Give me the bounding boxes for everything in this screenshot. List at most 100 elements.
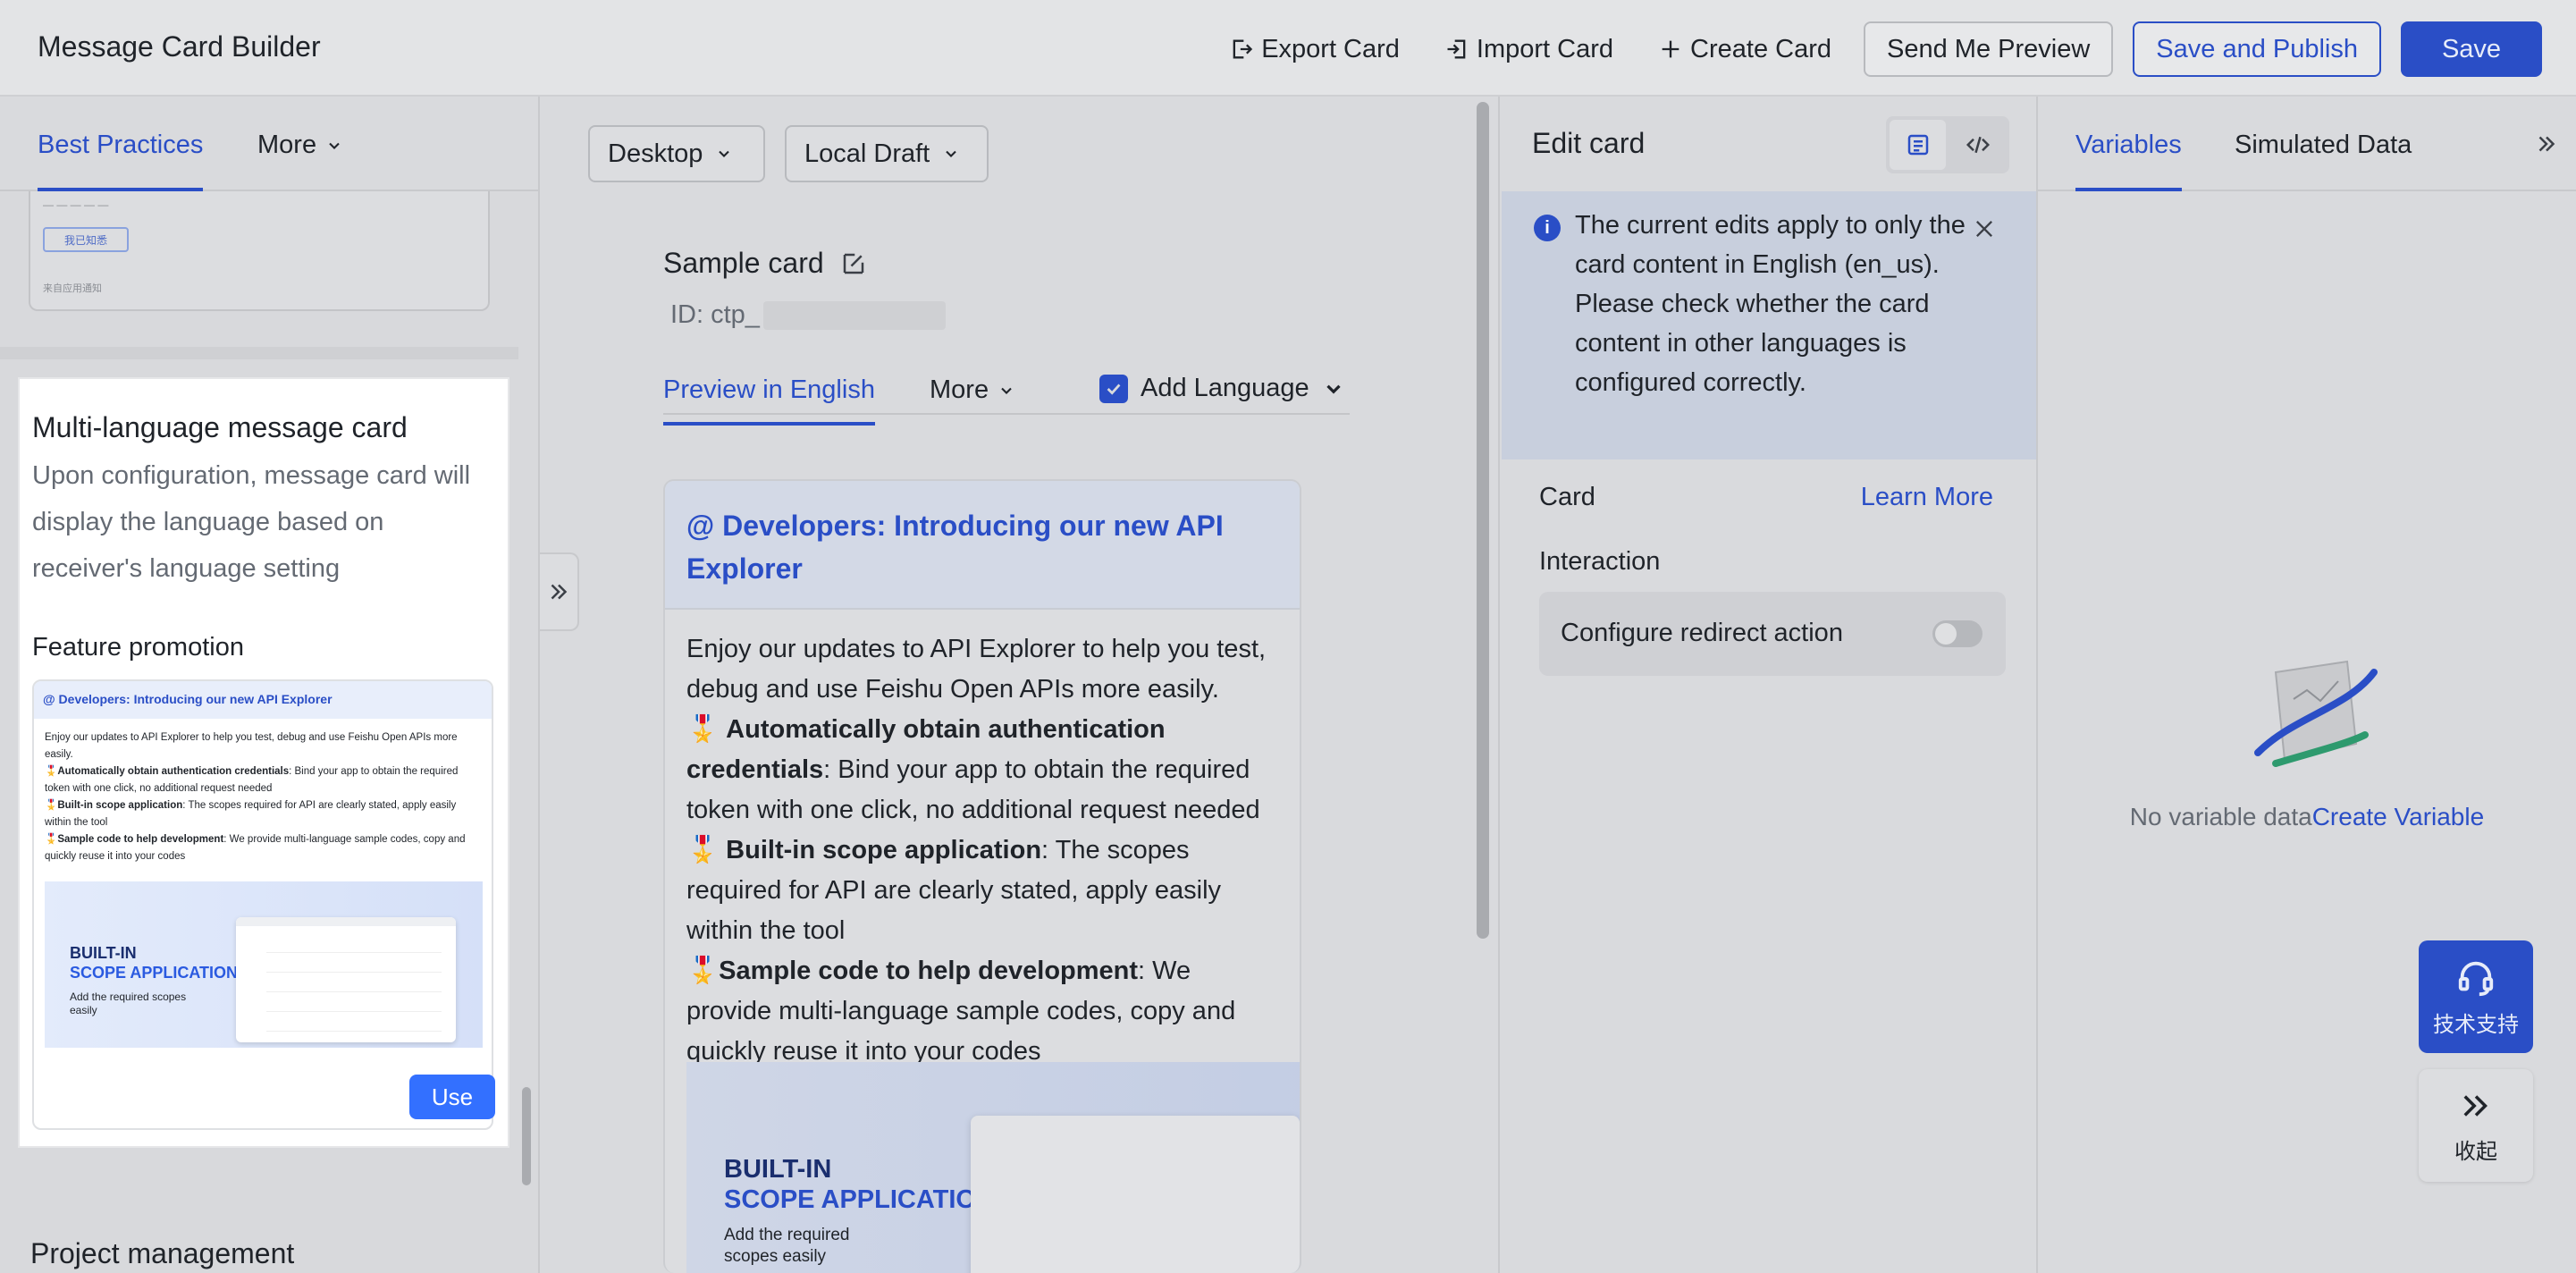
tab-variables[interactable]: Variables (2075, 131, 2182, 191)
top-actions: Export Card Import Card Create Card Send… (1216, 21, 2542, 77)
tab-best-practices[interactable]: Best Practices (38, 131, 204, 191)
chevron-down-icon (946, 150, 956, 157)
create-card-button[interactable]: Create Card (1646, 22, 1844, 76)
add-language-toggle[interactable]: Add Language (1099, 374, 1345, 403)
view-mode-toggle (1886, 116, 2009, 173)
divider (0, 347, 518, 359)
fold-label: 收起 (2454, 1139, 2497, 1164)
version-select[interactable]: Local Draft (785, 125, 989, 182)
tab-more[interactable]: More (257, 131, 343, 160)
template-preview-header: @ Developers: Introducing our new API Ex… (34, 681, 492, 719)
preview-area: Desktop Local Draft Sample card ID: ctp_… (540, 97, 1498, 1273)
template-preview-intro: Enjoy our updates to API Explorer to hel… (45, 732, 458, 760)
chevron-down-icon (719, 150, 730, 157)
template-preview-banner-image: BUILT-IN SCOPE APPLICATION Add the requi… (45, 881, 483, 1048)
device-select-value: Desktop (608, 139, 703, 168)
code-icon (1966, 136, 1990, 154)
section-project-management: Project management (30, 1237, 295, 1269)
chevron-down-icon (1326, 384, 1341, 394)
info-alert-text: The current edits apply to only the card… (1575, 211, 1966, 397)
interaction-section-label: Interaction (1539, 547, 1661, 576)
create-card-label: Create Card (1690, 34, 1831, 63)
double-chevron-right-icon[interactable] (2533, 131, 2560, 157)
redirect-action-row: Configure redirect action (1539, 592, 2006, 676)
left-panel: Best Practices More — — — — — 我已知悉 来自应用通… (0, 97, 540, 1273)
tab-more-label: More (257, 131, 317, 159)
mini-ack-button: 我已知悉 (43, 227, 129, 252)
template-preview-body: Enjoy our updates to API Explorer to hel… (34, 719, 492, 865)
template-section-title: Feature promotion (32, 633, 244, 662)
card-banner-image: BUILT-IN SCOPE APPLICATION Add the requi… (686, 1062, 1300, 1273)
plus-icon (1662, 40, 1679, 58)
left-tabs: Best Practices More (0, 97, 538, 191)
card-intro: Enjoy our updates to API Explorer to hel… (686, 635, 1267, 704)
add-language-label: Add Language (1141, 374, 1309, 402)
card-name: Sample card (663, 247, 867, 280)
tab-simulated-data[interactable]: Simulated Data (2235, 131, 2412, 160)
form-view-button[interactable] (1890, 120, 1946, 170)
import-icon (1447, 39, 1466, 59)
import-card-label: Import Card (1476, 34, 1614, 63)
tab-language-more[interactable]: More (930, 375, 1015, 405)
use-template-button[interactable]: Use (409, 1075, 495, 1119)
headset-icon (2458, 961, 2494, 996)
banner-screenshot-image (236, 917, 456, 1042)
info-icon: i (1534, 215, 1561, 241)
chevron-down-icon (329, 142, 340, 149)
info-alert: i The current edits apply to only the ca… (1502, 191, 2036, 459)
card-feature-item: 🎖️Sample code to help development: We pr… (686, 957, 1236, 1066)
card-header-title: @ Developers: Introducing our new API Ex… (665, 481, 1300, 610)
tech-support-button[interactable]: 技术支持 (2419, 940, 2533, 1053)
add-language-checkbox[interactable] (1099, 374, 1128, 403)
create-variable-link[interactable]: Create Variable (2312, 803, 2484, 830)
card-id-prefix: ID: ctp_ (670, 300, 760, 329)
template-preview-item: 🎖️Sample code to help development: We pr… (45, 834, 466, 862)
send-me-preview-button[interactable]: Send Me Preview (1864, 21, 2114, 77)
banner-screenshot-image (971, 1116, 1300, 1273)
redirect-action-label: Configure redirect action (1561, 619, 1843, 647)
empty-state-text: No variable dataCreate Variable (2038, 803, 2576, 831)
variables-tabs: Variables Simulated Data (2038, 97, 2576, 191)
edit-card-panel: Edit card i The current edits apply to o… (1498, 97, 2038, 1273)
template-card-multilanguage[interactable]: Multi-language message card Upon configu… (18, 377, 509, 1148)
previous-template-card[interactable]: — — — — — 我已知悉 来自应用通知 (29, 191, 490, 311)
check-icon (1107, 383, 1121, 395)
card-feature-item: 🎖️ Automatically obtain authentication c… (686, 715, 1260, 824)
language-tabs: Preview in English More Add Language (663, 358, 1350, 426)
close-icon[interactable] (1972, 216, 1997, 241)
device-select[interactable]: Desktop (588, 125, 765, 182)
chevron-down-icon (1001, 387, 1012, 394)
edit-icon[interactable] (840, 250, 867, 277)
learn-more-link[interactable]: Learn More (1861, 483, 1993, 512)
double-chevron-right-icon (2463, 1094, 2488, 1117)
preview-scrollbar[interactable] (1477, 102, 1489, 939)
tech-support-label: 技术支持 (2433, 1012, 2519, 1037)
edit-card-title: Edit card (1532, 127, 1646, 159)
double-chevron-right-icon (551, 584, 568, 600)
left-scrollbar[interactable] (522, 1087, 531, 1185)
expand-left-panel-button[interactable] (540, 552, 579, 631)
template-preview: @ Developers: Introducing our new API Ex… (32, 679, 493, 1130)
fold-button[interactable]: 收起 (2419, 1069, 2533, 1182)
tab-preview-english[interactable]: Preview in English (663, 375, 875, 426)
save-button[interactable]: Save (2401, 21, 2542, 77)
template-preview-item: 🎖️Built-in scope application: The scopes… (45, 800, 457, 828)
save-and-publish-button[interactable]: Save and Publish (2133, 21, 2381, 77)
card-body: Enjoy our updates to API Explorer to hel… (665, 610, 1300, 1072)
card-id: ID: ctp_ (670, 300, 946, 330)
template-title: Multi-language message card (32, 411, 408, 443)
message-card-preview[interactable]: @ Developers: Introducing our new API Ex… (663, 479, 1301, 1273)
version-select-value: Local Draft (804, 139, 930, 168)
empty-state-illustration-icon (2254, 660, 2378, 767)
export-card-button[interactable]: Export Card (1216, 22, 1412, 76)
faint-text: — — — — — (43, 198, 109, 211)
redirect-action-switch[interactable] (1932, 620, 1983, 647)
card-name-text: Sample card (663, 247, 824, 279)
mini-note: 来自应用通知 (43, 283, 102, 294)
app-title: Message Card Builder (38, 30, 321, 63)
no-variable-text: No variable data (2129, 803, 2312, 830)
import-card-button[interactable]: Import Card (1432, 22, 1626, 76)
export-icon (1233, 39, 1253, 59)
code-view-button[interactable] (1949, 120, 2006, 170)
card-feature-item: 🎖️ Built-in scope application: The scope… (686, 836, 1222, 945)
